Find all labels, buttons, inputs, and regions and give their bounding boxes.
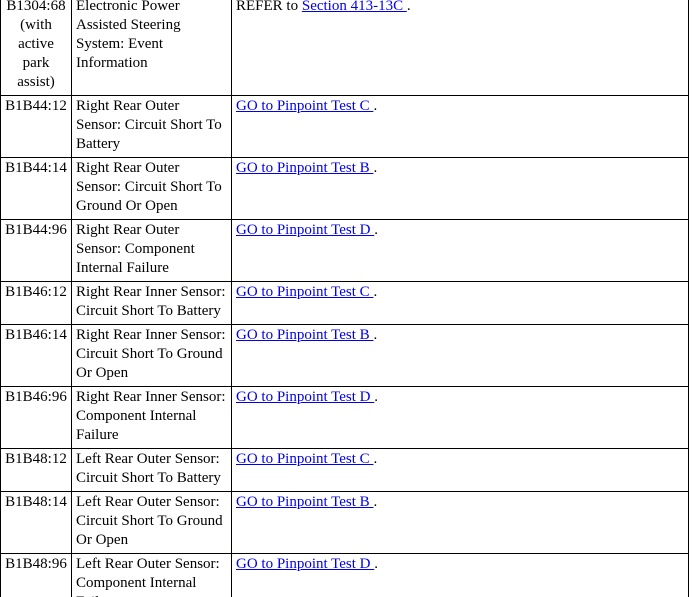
table-row: B1B48:12 Left Rear Outer Sensor: Circuit… xyxy=(0,448,689,492)
action-prefix-text: REFER to xyxy=(236,0,302,14)
dtc-code-cell: B1B44:12 xyxy=(0,95,72,158)
action-suffix-text: . xyxy=(373,284,378,300)
dtc-table: B1304:68 (with active park assist) Elect… xyxy=(0,0,689,597)
dtc-code-cell: B1B44:96 xyxy=(0,219,72,282)
table-row: B1B48:14 Left Rear Outer Sensor: Circuit… xyxy=(0,491,689,554)
table-row: B1B46:12 Right Rear Inner Sensor: Circui… xyxy=(0,281,689,325)
dtc-code-cell: B1B48:96 xyxy=(0,553,72,597)
pinpoint-test-link[interactable]: GO to Pinpoint Test B xyxy=(236,160,373,176)
section-reference-link[interactable]: Section 413-13C xyxy=(302,0,407,14)
pinpoint-test-link[interactable]: GO to Pinpoint Test D xyxy=(236,222,374,238)
pinpoint-test-link[interactable]: GO to Pinpoint Test C xyxy=(236,451,373,467)
action-suffix-text: . xyxy=(373,451,378,467)
dtc-description-cell: Left Rear Outer Sensor: Circuit Short To… xyxy=(71,448,232,492)
dtc-code-cell: B1B44:14 xyxy=(0,157,72,220)
action-suffix-text: . xyxy=(373,98,378,114)
action-suffix-text: . xyxy=(373,160,378,176)
dtc-action-cell: GO to Pinpoint Test D . xyxy=(231,386,689,449)
dtc-code-cell: B1B48:14 xyxy=(0,491,72,554)
table-row: B1304:68 (with active park assist) Elect… xyxy=(0,0,689,96)
pinpoint-test-link[interactable]: GO to Pinpoint Test B xyxy=(236,327,373,343)
dtc-action-cell: GO to Pinpoint Test D . xyxy=(231,553,689,597)
dtc-description-cell: Right Rear Inner Sensor: Circuit Short T… xyxy=(71,324,232,387)
pinpoint-test-link[interactable]: GO to Pinpoint Test B xyxy=(236,494,373,510)
table-row: B1B44:96 Right Rear Outer Sensor: Compon… xyxy=(0,219,689,282)
dtc-action-cell: GO to Pinpoint Test B . xyxy=(231,491,689,554)
dtc-action-cell: GO to Pinpoint Test D . xyxy=(231,219,689,282)
action-suffix-text: . xyxy=(406,0,411,14)
pinpoint-test-link[interactable]: GO to Pinpoint Test C xyxy=(236,98,373,114)
dtc-code-cell: B1304:68 (with active park assist) xyxy=(0,0,72,96)
table-row: B1B44:14 Right Rear Outer Sensor: Circui… xyxy=(0,157,689,220)
pinpoint-test-link[interactable]: GO to Pinpoint Test C xyxy=(236,284,373,300)
dtc-description-cell: Left Rear Outer Sensor: Component Intern… xyxy=(71,553,232,597)
dtc-table-body: B1304:68 (with active park assist) Elect… xyxy=(0,0,689,597)
dtc-code-cell: B1B46:96 xyxy=(0,386,72,449)
dtc-description-cell: Right Rear Inner Sensor: Circuit Short T… xyxy=(71,281,232,325)
dtc-description-cell: Right Rear Outer Sensor: Circuit Short T… xyxy=(71,157,232,220)
table-row: B1B48:96 Left Rear Outer Sensor: Compone… xyxy=(0,553,689,597)
action-suffix-text: . xyxy=(374,222,379,238)
dtc-action-cell: GO to Pinpoint Test B . xyxy=(231,157,689,220)
action-suffix-text: . xyxy=(373,327,378,343)
table-row: B1B44:12 Right Rear Outer Sensor: Circui… xyxy=(0,95,689,158)
dtc-description-cell: Right Rear Inner Sensor: Component Inter… xyxy=(71,386,232,449)
dtc-action-cell: GO to Pinpoint Test C . xyxy=(231,448,689,492)
dtc-code-cell: B1B46:12 xyxy=(0,281,72,325)
dtc-description-cell: Right Rear Outer Sensor: Component Inter… xyxy=(71,219,232,282)
pinpoint-test-link[interactable]: GO to Pinpoint Test D xyxy=(236,389,374,405)
pinpoint-test-link[interactable]: GO to Pinpoint Test D xyxy=(236,556,374,572)
table-scroll-container: B1304:68 (with active park assist) Elect… xyxy=(0,0,689,597)
dtc-action-cell: GO to Pinpoint Test C . xyxy=(231,281,689,325)
document-viewport: B1304:68 (with active park assist) Elect… xyxy=(0,0,693,597)
action-suffix-text: . xyxy=(373,494,378,510)
dtc-action-cell: GO to Pinpoint Test C . xyxy=(231,95,689,158)
action-suffix-text: . xyxy=(374,389,379,405)
table-row: B1B46:96 Right Rear Inner Sensor: Compon… xyxy=(0,386,689,449)
table-row: B1B46:14 Right Rear Inner Sensor: Circui… xyxy=(0,324,689,387)
action-suffix-text: . xyxy=(374,556,379,572)
dtc-description-cell: Left Rear Outer Sensor: Circuit Short To… xyxy=(71,491,232,554)
dtc-description-cell: Right Rear Outer Sensor: Circuit Short T… xyxy=(71,95,232,158)
dtc-action-cell: GO to Pinpoint Test B . xyxy=(231,324,689,387)
dtc-code-cell: B1B46:14 xyxy=(0,324,72,387)
dtc-action-cell: REFER to Section 413-13C . xyxy=(231,0,689,96)
dtc-description-cell: Electronic Power Assisted Steering Syste… xyxy=(71,0,232,96)
dtc-code-cell: B1B48:12 xyxy=(0,448,72,492)
